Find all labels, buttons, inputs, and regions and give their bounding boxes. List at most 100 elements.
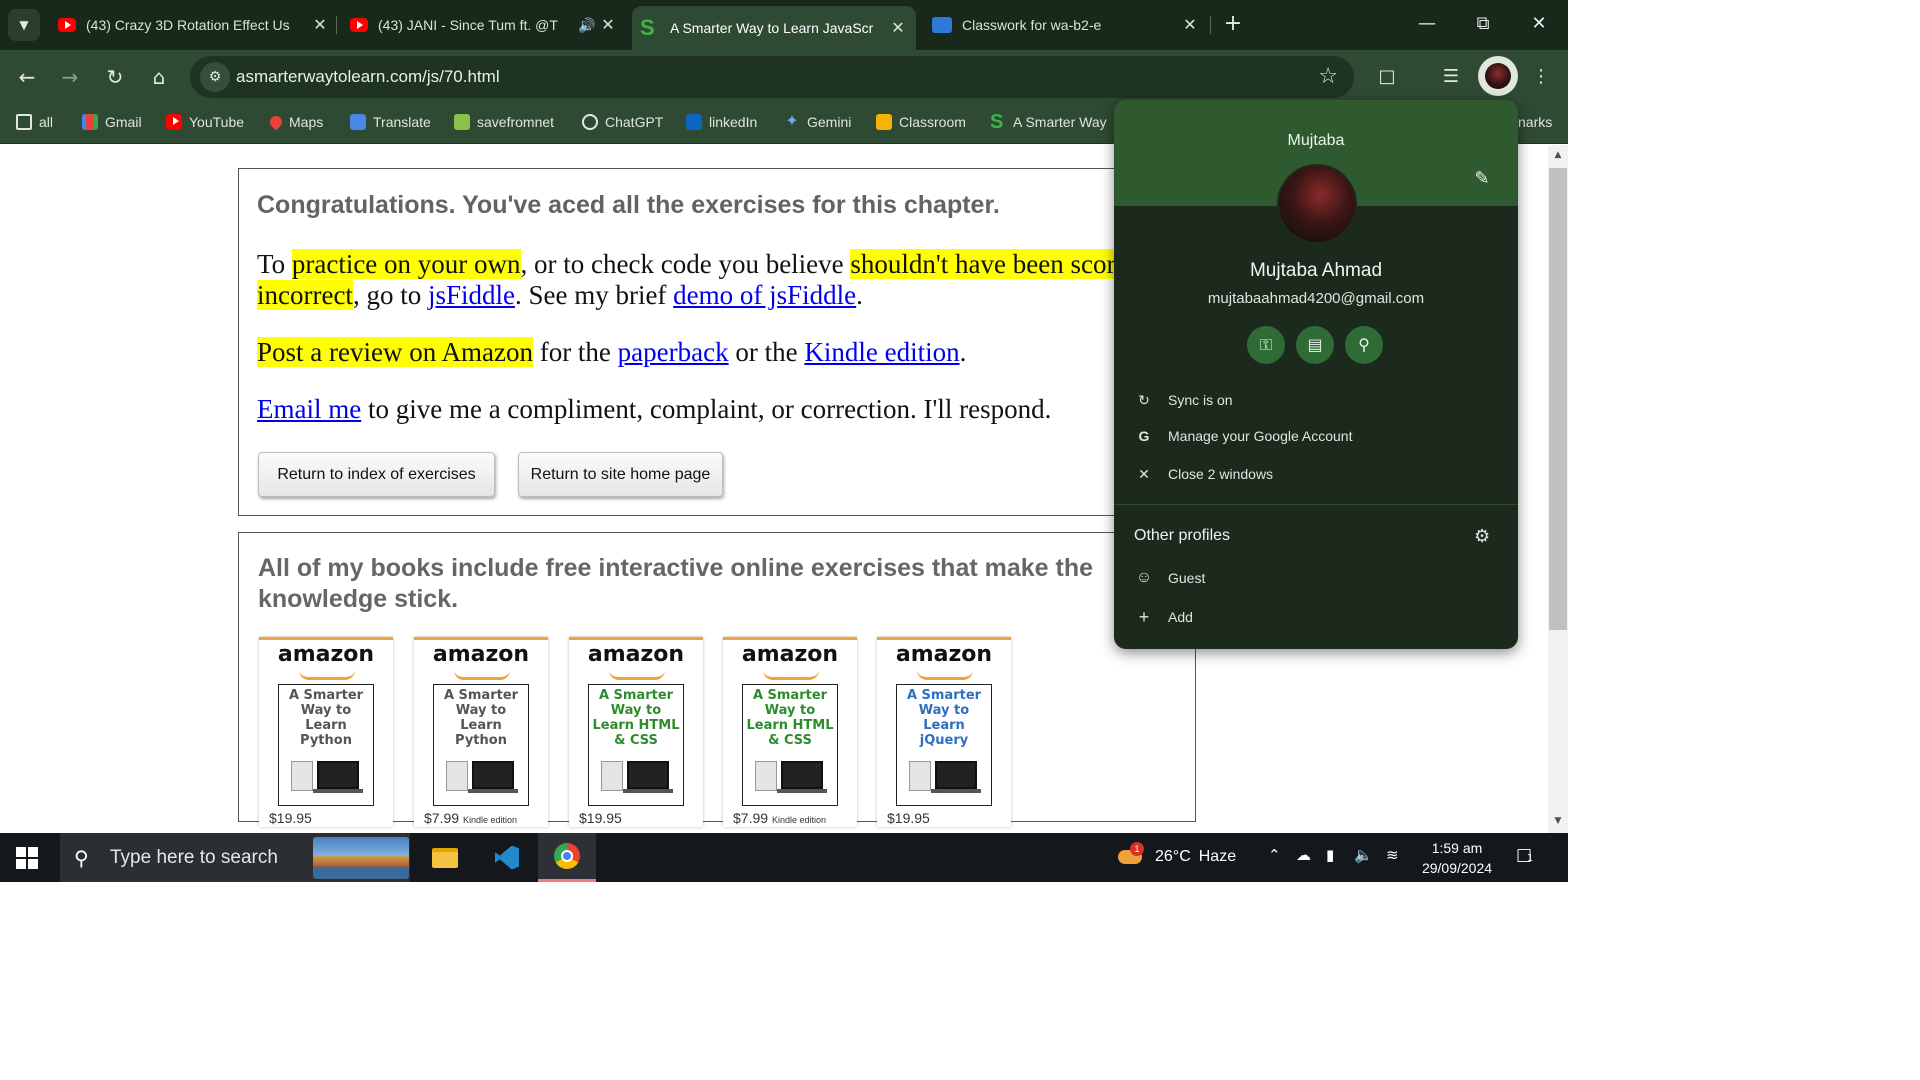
price-value: $19.95 [887, 810, 930, 826]
amazon-logo: amazon [895, 642, 993, 667]
text: To [257, 249, 292, 279]
speaker-icon[interactable]: 🔊 [576, 17, 598, 34]
bookmark-star-icon[interactable]: ☆ [1318, 64, 1338, 89]
tab-youtube-jani[interactable]: (43) JANI - Since Tum ft. @T 🔊 ✕ [350, 6, 618, 44]
menu-item-label: Close 2 windows [1168, 466, 1274, 482]
bookmark-linkedin[interactable]: linkedIn [686, 114, 757, 130]
windows-start-icon[interactable] [16, 847, 38, 869]
tab-divider [1210, 16, 1211, 34]
location-pin-icon[interactable]: ⚲ [1345, 326, 1383, 364]
profile-button[interactable] [1478, 56, 1518, 96]
extensions-icon[interactable]: □ [1372, 62, 1402, 92]
bookmark-overflow[interactable]: narks [1518, 114, 1552, 130]
review-paragraph: Post a review on Amazon for the paperbac… [257, 337, 1197, 368]
menu-item-label: Sync is on [1168, 392, 1233, 408]
books-heading: All of my books include free interactive… [258, 554, 1094, 613]
onedrive-cloud-icon[interactable]: ☁ [1296, 846, 1311, 864]
scrollbar-thumb[interactable] [1549, 168, 1567, 630]
return-to-index-button[interactable]: Return to index of exercises [258, 452, 495, 497]
profile-add[interactable]: + Add [1134, 603, 1504, 631]
tab-smarter-way-active[interactable]: S A Smarter Way to Learn JavaScr ✕ [632, 6, 916, 50]
minimize-button[interactable]: — [1412, 10, 1442, 40]
vscode-icon[interactable] [478, 833, 536, 882]
gear-icon[interactable]: ⚙ [1474, 526, 1490, 547]
bookmark-translate[interactable]: Translate [350, 114, 431, 130]
weather-condition: Haze [1198, 848, 1237, 865]
close-icon[interactable]: ✕ [310, 15, 330, 35]
forward-button[interactable]: → [55, 62, 85, 92]
profile-email: mujtabaahmad4200@gmail.com [1207, 290, 1425, 307]
book-card[interactable]: amazon A Smarter Way to Learn HTML & CSS… [723, 637, 857, 827]
chevron-up-icon[interactable]: ⌃ [1268, 846, 1281, 864]
close-icon[interactable]: ✕ [598, 15, 618, 35]
reload-button[interactable]: ↻ [100, 62, 130, 92]
notification-center-icon[interactable]: □ 1 [1516, 845, 1542, 869]
more-menu-icon[interactable]: ⋮ [1526, 62, 1556, 92]
menu-item-label: Manage your Google Account [1168, 428, 1353, 444]
media-control-icon[interactable]: ☰ [1436, 62, 1466, 92]
return-to-home-button[interactable]: Return to site home page [518, 452, 723, 497]
avatar [1485, 63, 1511, 89]
file-explorer-icon[interactable] [416, 833, 474, 882]
bookmark-label: Gemini [807, 114, 852, 130]
bookmark-smarter-way[interactable]: S A Smarter Way [990, 112, 1107, 132]
tab-youtube-rotation[interactable]: (43) Crazy 3D Rotation Effect Us ✕ [58, 6, 330, 44]
youtube-icon [58, 18, 76, 32]
sync-icon: ↻ [1138, 391, 1150, 408]
jsfiddle-link[interactable]: jsFiddle [428, 280, 515, 310]
url-text[interactable]: asmarterwaytolearn.com/js/70.html [236, 67, 500, 87]
bookmark-gemini[interactable]: ✦ Gemini [784, 114, 852, 131]
menu-manage-account[interactable]: G Manage your Google Account [1134, 422, 1504, 450]
close-icon[interactable]: ✕ [888, 18, 908, 38]
home-button[interactable]: ⌂ [144, 62, 174, 92]
battery-icon[interactable]: ▮ [1326, 846, 1334, 864]
address-bar[interactable]: ⚙ asmarterwaytolearn.com/js/70.html ☆ [190, 56, 1354, 98]
book-card[interactable]: amazon A Smarter Way to Learn HTML & CSS… [569, 637, 703, 827]
system-clock[interactable]: 1:59 am 29/09/2024 [1412, 838, 1502, 878]
speaker-icon[interactable]: 🔈 [1354, 846, 1373, 864]
bookmark-gmail[interactable]: Gmail [82, 114, 142, 130]
edit-pencil-icon[interactable]: ✎ [1470, 168, 1494, 192]
password-key-icon[interactable]: ⚿ [1247, 326, 1285, 364]
book-illustration [291, 761, 313, 791]
new-tab-button[interactable]: + [1220, 12, 1246, 38]
book-card[interactable]: amazon A Smarter Way to Learn jQuery $19… [877, 637, 1011, 827]
restore-button[interactable]: ⧉ [1468, 10, 1498, 40]
book-card[interactable]: amazon A Smarter Way to Learn Python $19… [259, 637, 393, 827]
tab-title: (43) Crazy 3D Rotation Effect Us [86, 17, 290, 33]
wifi-icon[interactable]: ≋ [1386, 846, 1399, 864]
bookmark-savefromnet[interactable]: savefromnet [454, 114, 554, 130]
laptop-icon [781, 761, 823, 789]
tab-classwork[interactable]: Classwork for wa-b2-e ✕ [932, 6, 1200, 44]
bookmark-maps[interactable]: Maps [267, 113, 323, 131]
book-card[interactable]: amazon A Smarter Way to Learn Python $7.… [414, 637, 548, 827]
edition-label: Kindle edition [771, 815, 826, 825]
site-info-icon[interactable]: ⚙ [200, 62, 230, 92]
bookmark-youtube[interactable]: YouTube [166, 114, 244, 130]
bookmark-label: Translate [373, 114, 431, 130]
bookmark-classroom[interactable]: Classroom [876, 114, 966, 130]
tab-search-button[interactable]: ▼ [8, 9, 40, 41]
close-window-button[interactable]: ✕ [1524, 10, 1554, 40]
weather-widget[interactable]: 1 26°C Haze [1116, 842, 1237, 870]
profile-guest[interactable]: ☺ Guest [1134, 564, 1504, 592]
close-icon[interactable]: ✕ [1180, 15, 1200, 35]
jsfiddle-demo-link[interactable]: demo of jsFiddle [673, 280, 856, 310]
email-me-link[interactable]: Email me [257, 394, 361, 424]
bookmark-all[interactable]: all [16, 114, 53, 130]
paperback-link[interactable]: paperback [618, 337, 729, 367]
laptop-base [468, 789, 518, 793]
kindle-edition-link[interactable]: Kindle edition [804, 337, 959, 367]
download-icon [454, 114, 470, 130]
tab-divider [336, 16, 337, 34]
book-price: $19.95 [269, 810, 312, 826]
scroll-down-arrow-icon[interactable]: ▼ [1548, 816, 1568, 826]
book-title: A Smarter Way to Learn jQuery [906, 688, 982, 748]
menu-sync-status[interactable]: ↻ Sync is on [1134, 386, 1504, 414]
back-button[interactable]: ← [12, 62, 42, 92]
chrome-icon[interactable] [538, 833, 596, 882]
menu-close-windows[interactable]: ✕ Close 2 windows [1134, 460, 1504, 488]
scroll-up-arrow-icon[interactable]: ▲ [1548, 150, 1568, 160]
payment-card-icon[interactable]: ▤ [1296, 326, 1334, 364]
bookmark-chatgpt[interactable]: ChatGPT [582, 114, 663, 130]
